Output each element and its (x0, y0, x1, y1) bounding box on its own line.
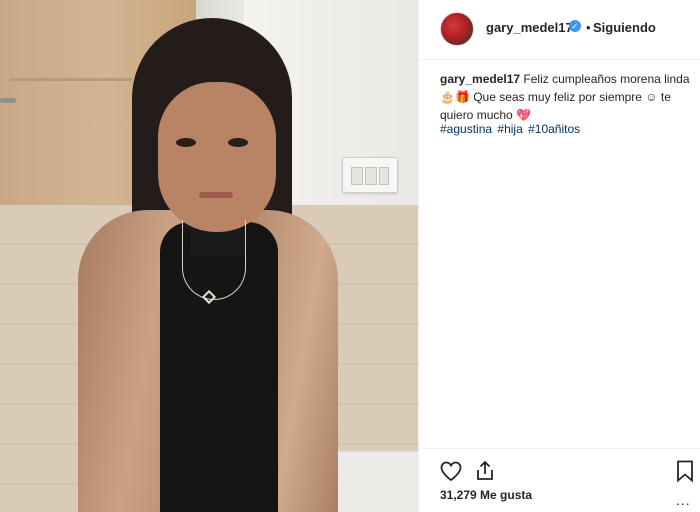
door-panel-line (10, 78, 132, 81)
hashtag-list: #agustina #hija #10añitos (440, 120, 582, 138)
follow-status-button[interactable]: Siguiendo (593, 20, 656, 35)
post-caption: gary_medel17 Feliz cumpleaños morena lin… (440, 70, 692, 124)
girl-eye-right (228, 138, 248, 147)
necklace (182, 220, 246, 300)
panel-divider (418, 0, 419, 512)
action-bar (419, 448, 700, 512)
switch-key (351, 167, 363, 185)
switch-key (365, 167, 377, 185)
header-username[interactable]: gary_medel17 (486, 20, 573, 35)
bookmark-icon[interactable] (673, 459, 697, 483)
more-options[interactable]: ... (676, 492, 691, 508)
post-photo[interactable] (0, 0, 418, 512)
hashtag-link[interactable]: #agustina (440, 122, 492, 136)
hashtag-link[interactable]: #hija (497, 122, 522, 136)
girl-eye-left (176, 138, 196, 147)
girl-face (158, 82, 276, 232)
verified-badge-icon: ✓ (569, 20, 581, 32)
likes-count[interactable]: 31,279 Me gusta (440, 488, 532, 502)
separator-dot: • (586, 20, 591, 35)
post-header: gary_medel17 ✓ • Siguiendo (419, 0, 700, 60)
likes-number: 31,279 (440, 488, 477, 502)
hashtag-link[interactable]: #10añitos (528, 122, 580, 136)
avatar[interactable] (440, 12, 474, 46)
door-handle (0, 98, 16, 103)
girl-mouth (199, 192, 233, 198)
share-icon[interactable] (473, 459, 497, 483)
switch-key (379, 167, 389, 185)
likes-label: Me gusta (480, 488, 533, 502)
light-switch (342, 157, 398, 193)
heart-icon[interactable] (439, 459, 463, 483)
caption-username[interactable]: gary_medel17 (440, 72, 520, 86)
